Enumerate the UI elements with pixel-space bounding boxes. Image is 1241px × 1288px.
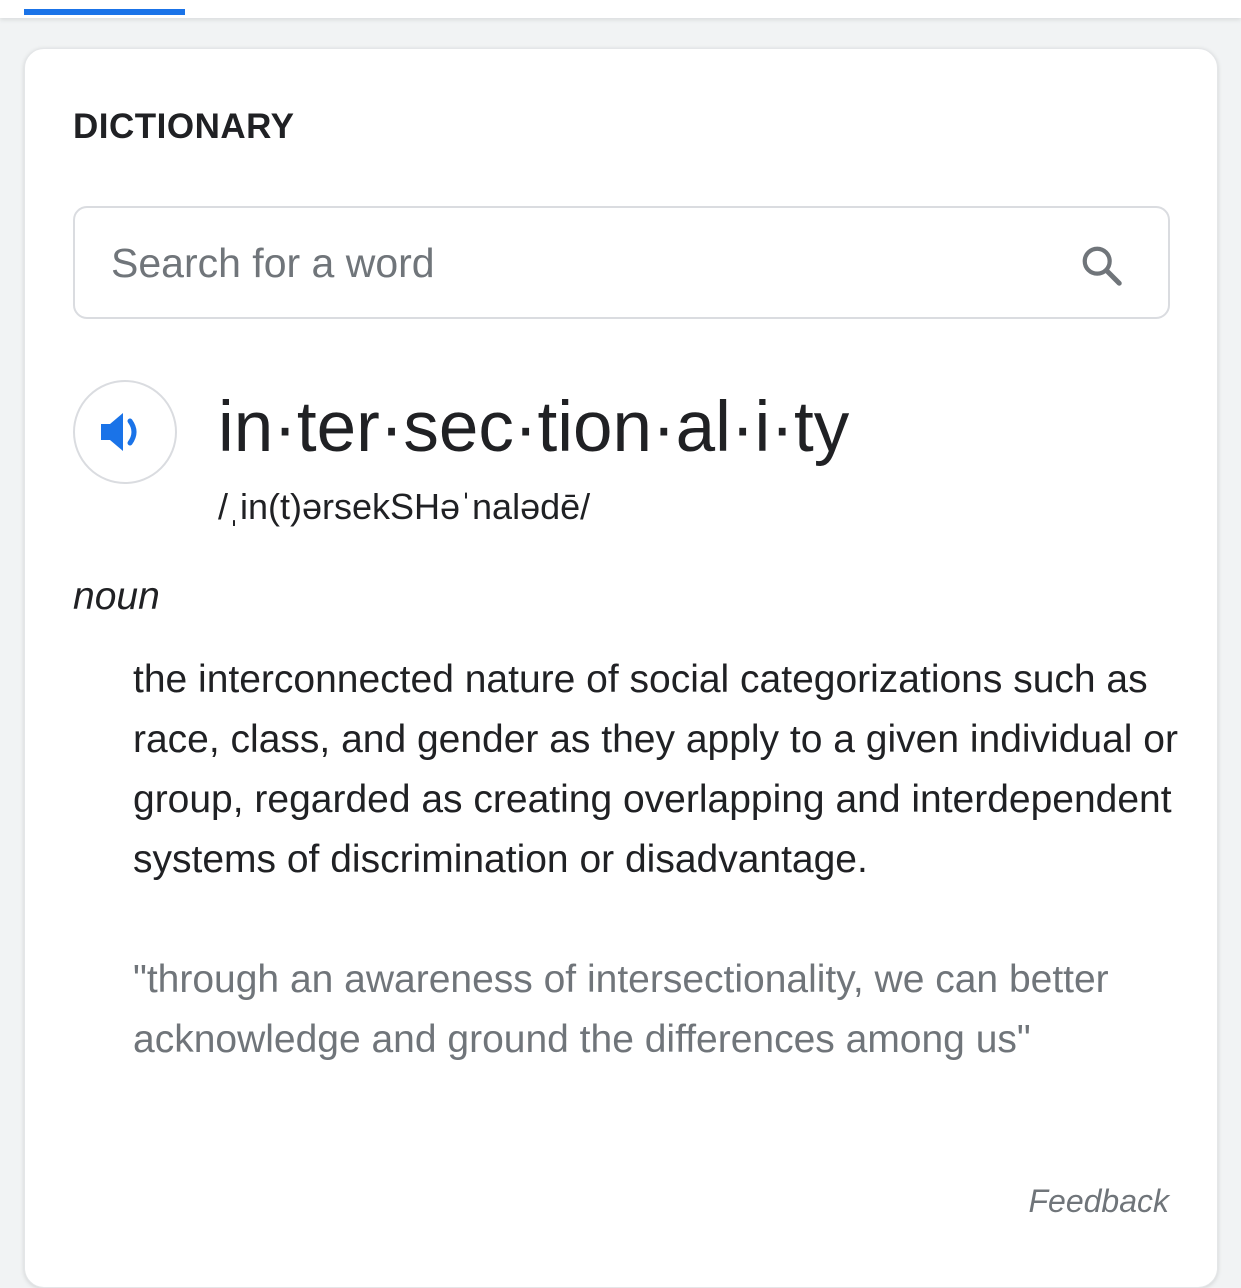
top-tab-bar xyxy=(0,0,1241,18)
headword: in·ter·sec·tion·al·i·ty xyxy=(218,388,850,467)
speaker-icon xyxy=(101,413,137,451)
pronunciation-audio-button[interactable] xyxy=(73,380,177,484)
search-icon[interactable] xyxy=(1079,243,1125,289)
example-sentence: "through an awareness of intersectionali… xyxy=(133,958,1109,1061)
definition-text: the interconnected nature of social cate… xyxy=(133,658,1178,881)
part-of-speech: noun xyxy=(73,575,160,618)
search-input[interactable] xyxy=(111,228,1011,298)
active-tab-indicator xyxy=(24,9,185,15)
search-box[interactable] xyxy=(73,206,1170,319)
card-title: DICTIONARY xyxy=(73,107,295,146)
dictionary-card: DICTIONARY in·ter·sec·tion·al·i·ty /ˌin(… xyxy=(24,48,1218,1288)
phonetic-spelling: /ˌin(t)ərsekSHəˈnalədē/ xyxy=(218,486,591,527)
feedback-link[interactable]: Feedback xyxy=(1028,1181,1169,1221)
